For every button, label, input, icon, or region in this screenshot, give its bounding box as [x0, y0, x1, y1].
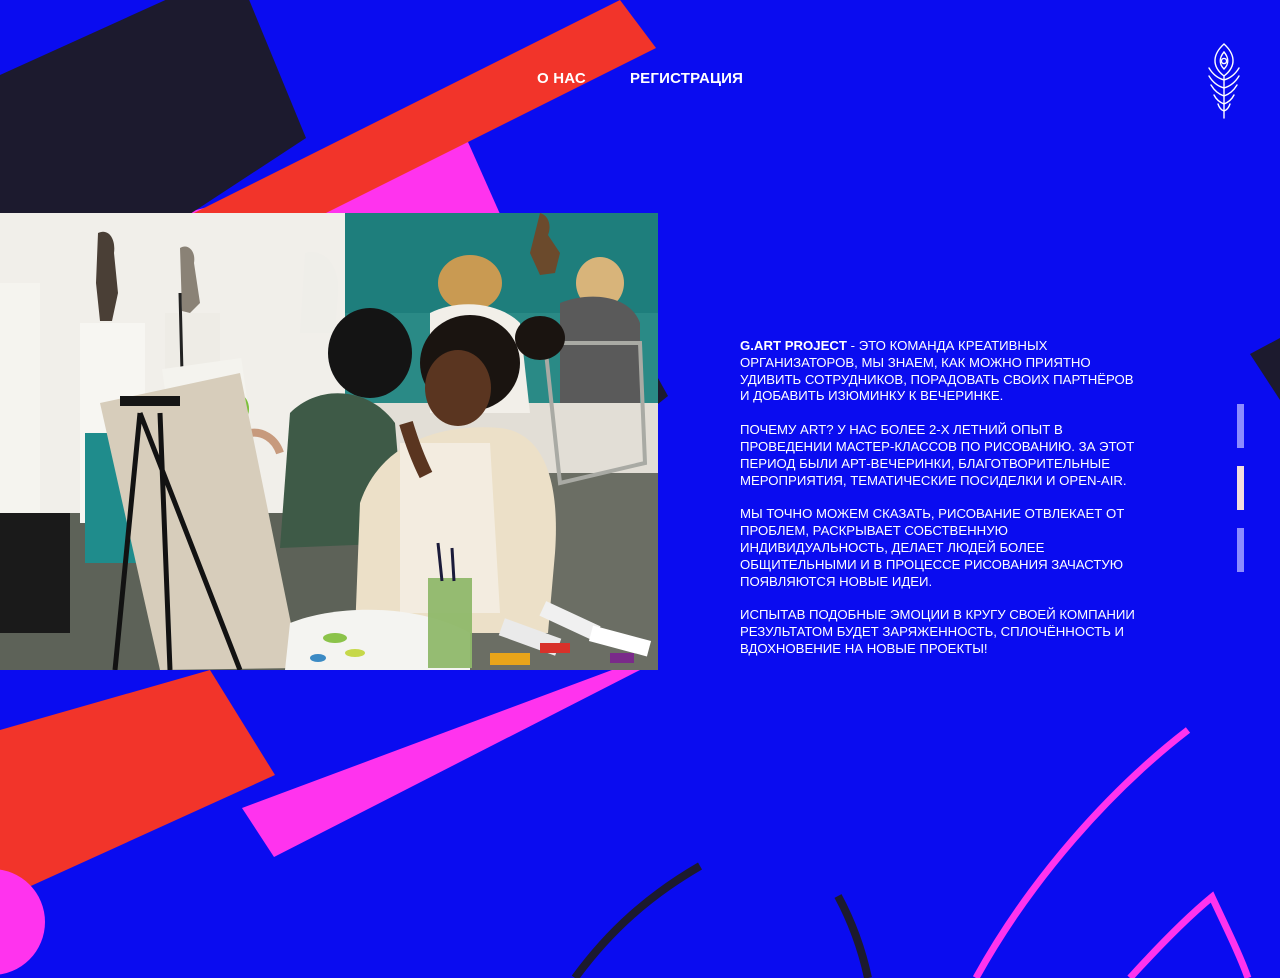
- about-paragraph-2: ПОЧЕМУ ART? У НАС БОЛЕЕ 2-Х ЛЕТНИЙ ОПЫТ …: [740, 422, 1135, 488]
- pager-dot[interactable]: [1237, 466, 1244, 510]
- deco-dark-arc-mid: [834, 894, 872, 978]
- nav-about-link[interactable]: О НАС: [537, 70, 586, 87]
- deco-pink-bottom: [242, 670, 640, 857]
- peacock-feather-icon[interactable]: [1203, 40, 1245, 122]
- about-text: G.ART PROJECT - ЭТО КОМАНДА КРЕАТИВНЫХ О…: [740, 338, 1140, 675]
- brand-name: G.ART PROJECT: [740, 338, 847, 353]
- deco-pink-arc-large: [972, 727, 1191, 978]
- deco-dark-right: [1250, 338, 1280, 400]
- art-class-photo: [0, 213, 658, 670]
- about-paragraph-3: МЫ ТОЧНО МОЖЕМ СКАЗАТЬ, РИСОВАНИЕ ОТВЛЕК…: [740, 506, 1125, 589]
- about-paragraph-4: ИСПЫТАВ ПОДОБНЫЕ ЭМОЦИИ В КРУГУ СВОЕЙ КО…: [740, 607, 1135, 656]
- deco-pink-arc-small: [1127, 891, 1252, 978]
- deco-pink-circle: [0, 869, 45, 975]
- deco-dark-small: [658, 378, 668, 404]
- pager-dot[interactable]: [1237, 404, 1244, 448]
- nav-register-link[interactable]: РЕГИСТРАЦИЯ: [630, 70, 743, 87]
- main-nav: О НАС РЕГИСТРАЦИЯ: [537, 70, 743, 87]
- slide-pager: [1237, 404, 1245, 574]
- deco-red-bottom: [0, 670, 275, 900]
- pager-dot[interactable]: [1237, 528, 1244, 572]
- about-paragraph-1: G.ART PROJECT - ЭТО КОМАНДА КРЕАТИВНЫХ О…: [740, 338, 1140, 405]
- deco-dark-arc-left: [571, 862, 703, 978]
- page: О НАС РЕГИСТРАЦИЯ G.ART PROJECT - ЭТО КО…: [0, 0, 1280, 978]
- art-class-illustration: [0, 213, 658, 670]
